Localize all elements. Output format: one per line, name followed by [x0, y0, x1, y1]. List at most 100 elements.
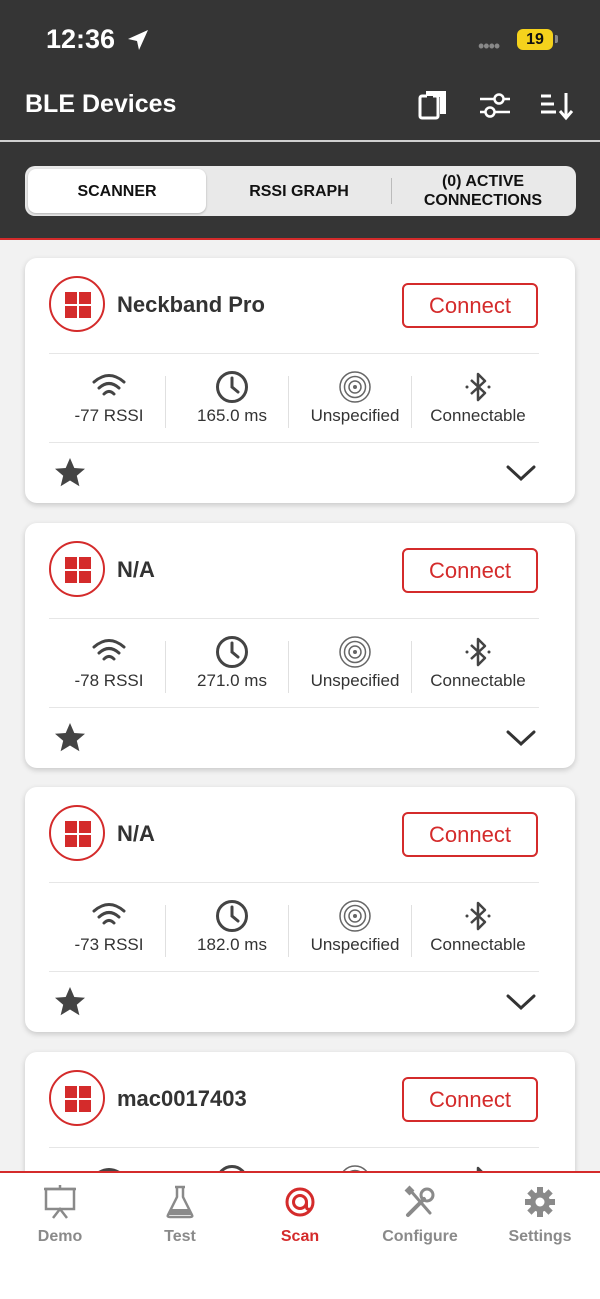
type-value: Unspecified: [310, 935, 400, 954]
bottom-nav: Demo Test Scan Configure Settings: [0, 1171, 600, 1299]
type-stat: Unspecified: [295, 370, 415, 434]
chevron-down-icon[interactable]: [505, 463, 537, 483]
page-title: BLE Devices: [25, 90, 177, 118]
device-name: Neckband Pro: [117, 292, 265, 317]
wifi-signal-icon: [92, 374, 126, 396]
clock-icon: [216, 900, 248, 932]
device-logo-icon: [49, 805, 105, 861]
card-divider: [49, 618, 539, 619]
presentation-board-icon: [44, 1185, 76, 1219]
device-logo-icon: [49, 541, 105, 597]
status-time: 12:36: [46, 24, 116, 54]
chevron-down-icon[interactable]: [505, 728, 537, 748]
type-stat: [295, 1164, 415, 1171]
clock-icon: [216, 371, 248, 403]
interval-value: 165.0 ms: [197, 406, 267, 425]
interval-stat: [172, 1164, 292, 1171]
card-divider: [49, 707, 539, 708]
view-tabs: SCANNER RSSI GRAPH (0) ACTIVE CONNECTION…: [25, 166, 576, 216]
type-stat: Unspecified: [295, 635, 415, 699]
interval-stat: 182.0 ms: [172, 899, 292, 963]
rssi-value: -77 RSSI: [74, 406, 144, 425]
wifi-signal-icon: [92, 639, 126, 661]
card-divider: [49, 971, 539, 972]
nav-settings[interactable]: Settings: [480, 1173, 600, 1263]
tab-rssi-graph[interactable]: RSSI GRAPH: [209, 169, 389, 213]
rssi-stat: -73 RSSI: [49, 899, 169, 963]
bluetooth-icon: [476, 1166, 483, 1171]
rssi-stat: -78 RSSI: [49, 635, 169, 699]
interval-stat: 271.0 ms: [172, 635, 292, 699]
tab-scanner[interactable]: SCANNER: [28, 169, 206, 213]
interval-stat: 165.0 ms: [172, 370, 292, 434]
nav-label: Test: [164, 1228, 196, 1245]
stat-divider: [288, 905, 289, 957]
nav-demo[interactable]: Demo: [0, 1173, 120, 1263]
connect-button[interactable]: Connect: [402, 548, 538, 593]
battery-indicator: 19: [517, 29, 553, 50]
app-header: 12:36 •••• 19 BLE Devices SCANNER RSSI G…: [0, 0, 600, 240]
interval-value: 271.0 ms: [197, 671, 267, 690]
tab-separator: [391, 178, 392, 204]
gear-icon: [525, 1187, 555, 1217]
connectable-value: Connectable: [430, 671, 526, 690]
device-name: N/A: [117, 557, 155, 582]
broadcast-icon: [342, 1165, 368, 1171]
favorite-star-icon[interactable]: [53, 721, 87, 755]
connectable-stat: [418, 1164, 538, 1171]
device-card[interactable]: N/A Connect -78 RSSI 271.0 ms Unspecifie…: [25, 523, 575, 768]
filter-sliders-icon[interactable]: [478, 88, 512, 122]
nav-configure[interactable]: Configure: [360, 1173, 480, 1263]
card-divider: [49, 882, 539, 883]
broadcast-icon: [339, 636, 371, 668]
type-stat: Unspecified: [295, 899, 415, 963]
nav-label: Settings: [508, 1228, 572, 1245]
bluetooth-icon: [465, 637, 491, 667]
clock-icon: [219, 1165, 245, 1171]
stat-divider: [165, 376, 166, 428]
status-bar: 12:36 •••• 19: [0, 0, 600, 80]
stat-divider: [411, 376, 412, 428]
rssi-value: -73 RSSI: [74, 935, 144, 954]
chevron-down-icon[interactable]: [505, 992, 537, 1012]
broadcast-icon: [339, 371, 371, 403]
bluetooth-icon: [465, 372, 491, 402]
wifi-signal-icon: [92, 903, 126, 925]
device-name: N/A: [117, 821, 155, 846]
nav-scan[interactable]: Scan: [240, 1173, 360, 1263]
nav-label: Scan: [280, 1228, 320, 1245]
nav-test[interactable]: Test: [120, 1173, 240, 1263]
nav-label: Configure: [382, 1228, 458, 1245]
device-card[interactable]: Neckband Pro Connect -77 RSSI 165.0 ms U…: [25, 258, 575, 503]
rssi-stat: -77 RSSI: [49, 370, 169, 434]
rssi-value: -78 RSSI: [74, 671, 144, 690]
flask-icon: [166, 1185, 194, 1219]
stat-divider: [288, 376, 289, 428]
favorite-star-icon[interactable]: [53, 985, 87, 1019]
device-list[interactable]: Neckband Pro Connect -77 RSSI 165.0 ms U…: [0, 240, 600, 1171]
tools-icon: [404, 1185, 435, 1217]
connect-button[interactable]: Connect: [402, 283, 538, 328]
bookmarks-icon[interactable]: [416, 88, 450, 122]
stat-divider: [411, 641, 412, 693]
nav-label: Demo: [37, 1228, 83, 1245]
wifi-signal-icon: [98, 1168, 120, 1171]
stat-divider: [411, 905, 412, 957]
card-divider: [49, 1147, 539, 1148]
type-value: Unspecified: [310, 671, 400, 690]
device-card[interactable]: N/A Connect -73 RSSI 182.0 ms Unspecifie…: [25, 787, 575, 1032]
favorite-star-icon[interactable]: [53, 456, 87, 490]
cellular-signal-icon: ••••: [478, 36, 500, 56]
stat-divider: [165, 641, 166, 693]
sort-icon[interactable]: [540, 88, 574, 122]
device-logo-icon: [49, 1070, 105, 1126]
location-arrow-icon: [128, 30, 148, 50]
tab-active-connections[interactable]: (0) ACTIVE CONNECTIONS: [393, 169, 573, 213]
connectable-stat: Connectable: [418, 635, 538, 699]
broadcast-icon: [339, 900, 371, 932]
connect-button[interactable]: Connect: [402, 1077, 538, 1122]
connect-button[interactable]: Connect: [402, 812, 538, 857]
scan-target-icon: [285, 1187, 315, 1217]
stat-divider: [165, 905, 166, 957]
device-card[interactable]: mac0017403 Connect: [25, 1052, 575, 1171]
